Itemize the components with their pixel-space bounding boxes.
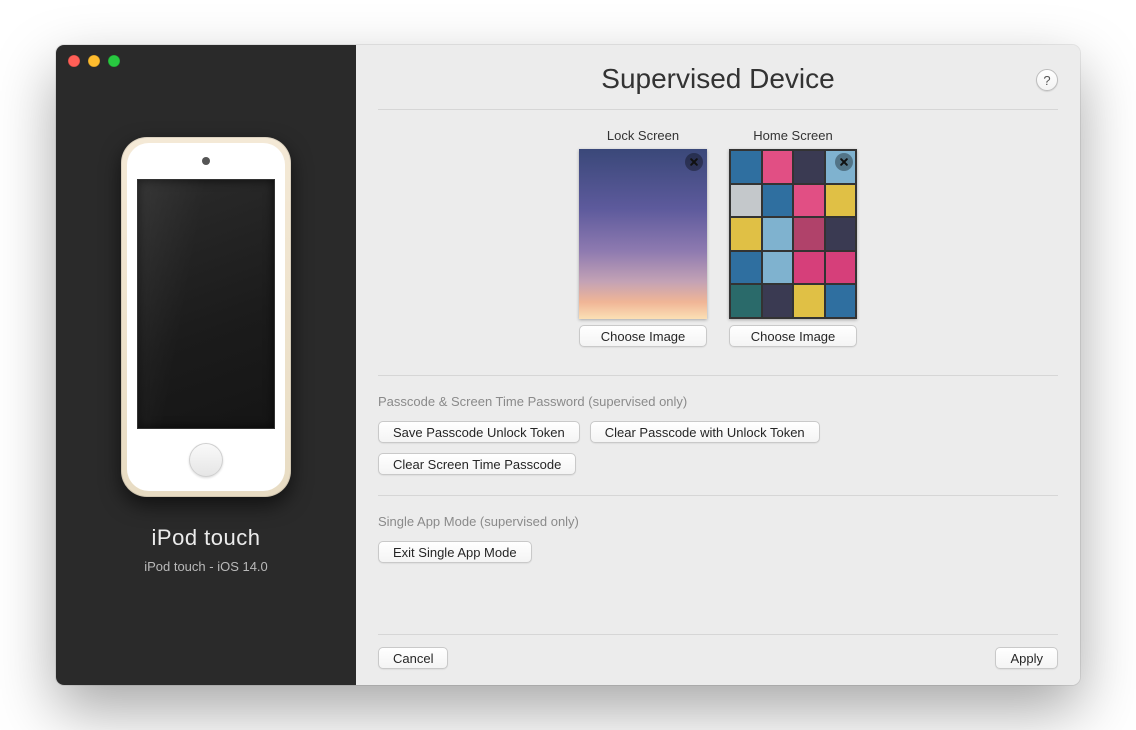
app-window: iPod touch iPod touch - iOS 14.0 Supervi…	[56, 45, 1080, 685]
exit-single-app-mode-button[interactable]: Exit Single App Mode	[378, 541, 532, 563]
save-passcode-token-button[interactable]: Save Passcode Unlock Token	[378, 421, 580, 443]
passcode-section-label: Passcode & Screen Time Password (supervi…	[378, 394, 1058, 409]
lock-screen-column: Lock Screen Choose Image	[578, 128, 708, 347]
content-pane: Supervised Device ? Lock Screen Choose I…	[356, 45, 1080, 685]
home-tile	[731, 285, 761, 317]
content-header: Supervised Device ?	[378, 63, 1058, 110]
single-app-mode-section: Single App Mode (supervised only) Exit S…	[378, 495, 1058, 583]
lock-screen-preview[interactable]	[579, 149, 707, 319]
home-tile	[731, 218, 761, 250]
device-subtitle-label: iPod touch - iOS 14.0	[144, 559, 268, 574]
home-tile	[794, 252, 824, 284]
zoom-window-button[interactable]	[108, 55, 120, 67]
home-tile	[763, 252, 793, 284]
device-camera-icon	[202, 157, 210, 165]
window-controls	[68, 55, 120, 67]
home-tile	[794, 185, 824, 217]
device-screen-icon	[137, 179, 275, 429]
home-screen-preview[interactable]	[729, 149, 857, 319]
help-button[interactable]: ?	[1036, 69, 1058, 91]
home-tile	[763, 185, 793, 217]
choose-home-image-button[interactable]: Choose Image	[729, 325, 857, 347]
wallpaper-section: Lock Screen Choose Image Home Screen Cho…	[378, 110, 1058, 375]
home-tile	[826, 218, 856, 250]
home-tile	[763, 218, 793, 250]
apply-button[interactable]: Apply	[995, 647, 1058, 669]
home-tile	[731, 185, 761, 217]
home-tile	[826, 185, 856, 217]
home-tile	[794, 285, 824, 317]
passcode-section: Passcode & Screen Time Password (supervi…	[378, 375, 1058, 495]
home-screen-column: Home Screen Choose Image	[728, 128, 858, 347]
home-screen-label: Home Screen	[753, 128, 832, 143]
single-app-mode-label: Single App Mode (supervised only)	[378, 514, 1058, 529]
device-sidebar: iPod touch iPod touch - iOS 14.0	[56, 45, 356, 685]
close-window-button[interactable]	[68, 55, 80, 67]
remove-lock-image-button[interactable]	[685, 153, 703, 171]
device-home-button-icon	[189, 443, 223, 477]
device-illustration-inner	[127, 143, 285, 491]
home-tile	[826, 252, 856, 284]
home-tile	[763, 285, 793, 317]
remove-home-image-button[interactable]	[835, 153, 853, 171]
home-tile	[763, 151, 793, 183]
home-tile	[731, 252, 761, 284]
page-title: Supervised Device	[601, 63, 834, 95]
lock-screen-label: Lock Screen	[607, 128, 679, 143]
device-illustration	[121, 137, 291, 497]
minimize-window-button[interactable]	[88, 55, 100, 67]
cancel-button[interactable]: Cancel	[378, 647, 448, 669]
home-tile	[794, 151, 824, 183]
home-tile	[826, 285, 856, 317]
clear-passcode-button[interactable]: Clear Passcode with Unlock Token	[590, 421, 820, 443]
home-tile	[794, 218, 824, 250]
choose-lock-image-button[interactable]: Choose Image	[579, 325, 707, 347]
device-name-label: iPod touch	[152, 525, 261, 551]
footer: Cancel Apply	[378, 634, 1058, 669]
home-tile	[731, 151, 761, 183]
clear-screen-time-button[interactable]: Clear Screen Time Passcode	[378, 453, 576, 475]
